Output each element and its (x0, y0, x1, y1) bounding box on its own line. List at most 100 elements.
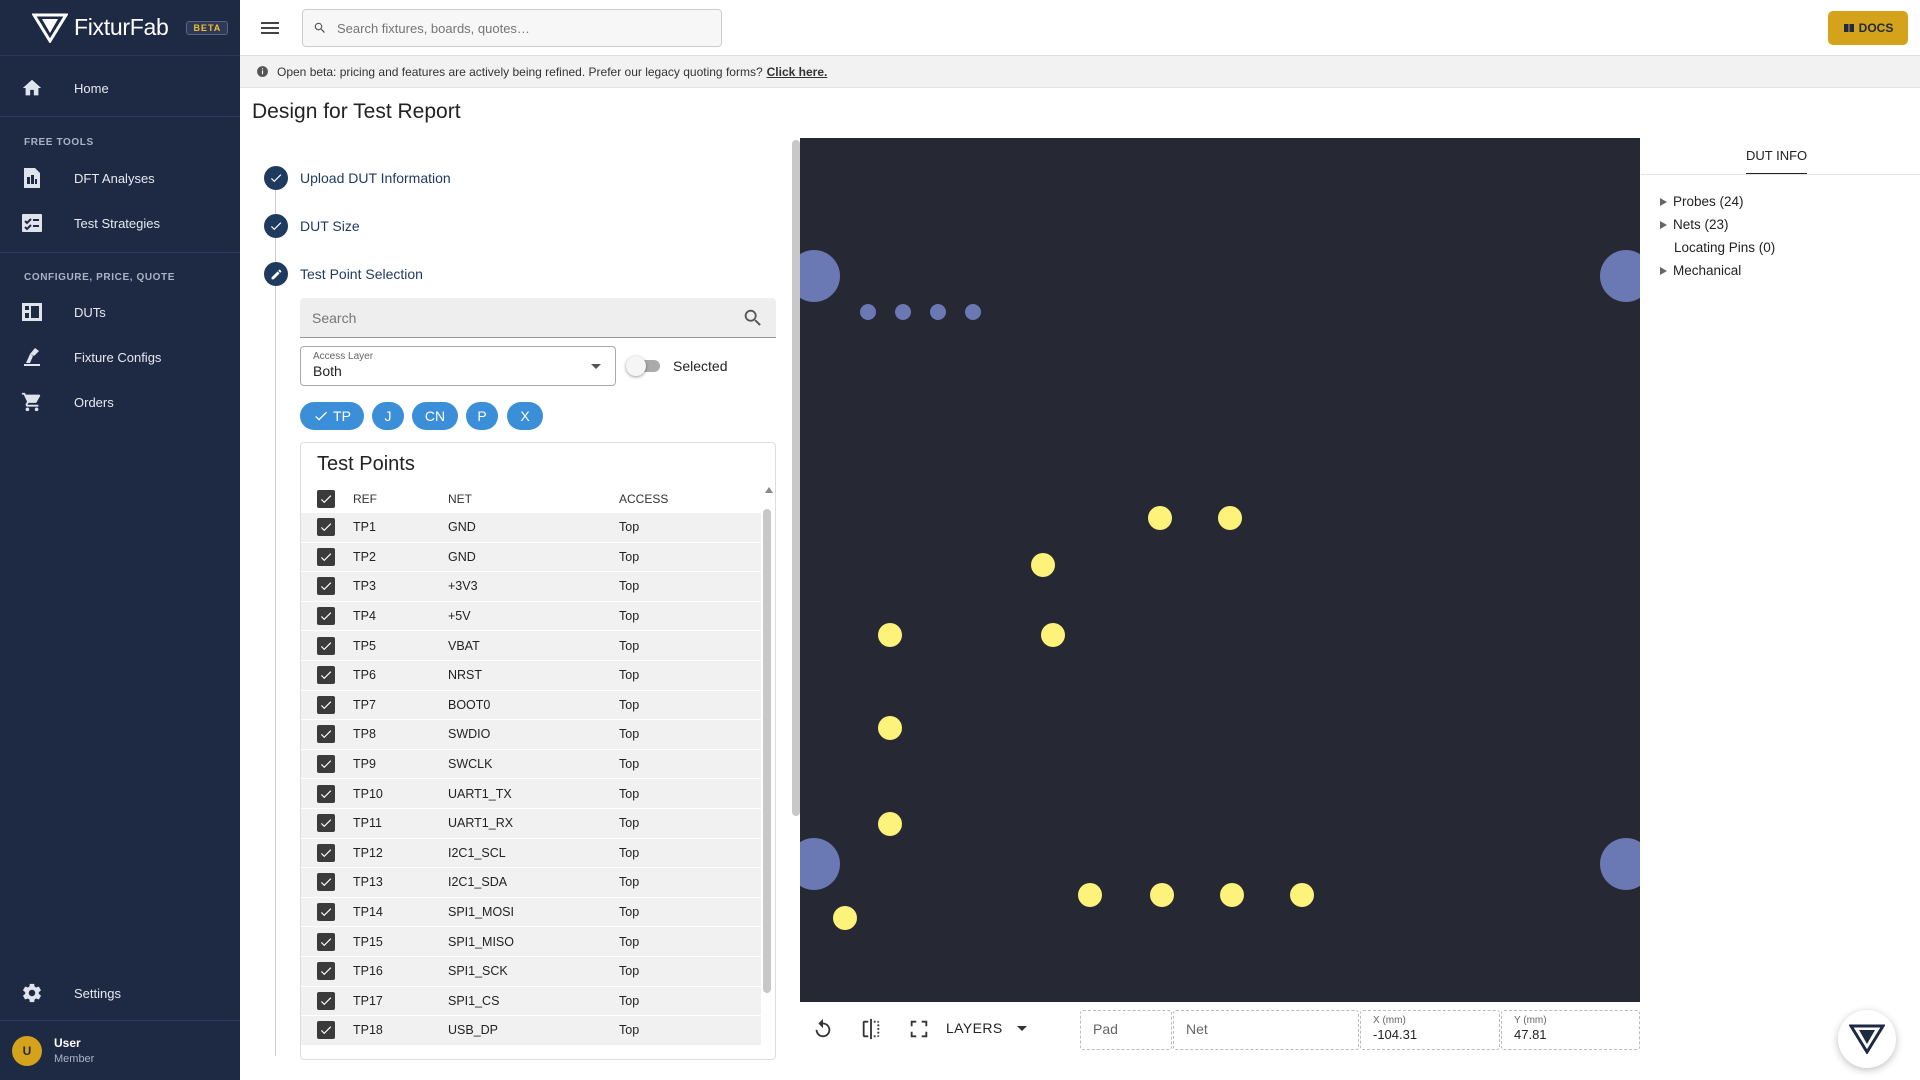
mechanical-hole[interactable] (895, 304, 911, 320)
table-row[interactable]: TP6 NRST Top (301, 660, 761, 691)
tree-item-locating-pins[interactable]: Locating Pins (0) (1674, 240, 1775, 255)
fixturfab-assistant-button[interactable] (1838, 1010, 1896, 1068)
table-row[interactable]: TP5 VBAT Top (301, 631, 761, 661)
menu-icon[interactable] (258, 16, 282, 40)
pad-field[interactable]: Pad (1080, 1010, 1172, 1050)
test-point-pad[interactable] (1290, 883, 1314, 907)
row-checkbox[interactable] (317, 873, 335, 892)
sidebar-item-dft-analyses[interactable]: DFT Analyses (0, 158, 240, 198)
row-checkbox[interactable] (317, 577, 335, 596)
sidebar-item-duts[interactable]: DUTs (0, 292, 240, 332)
chip-j[interactable]: J (372, 402, 404, 430)
row-checkbox[interactable] (317, 607, 335, 626)
table-row[interactable]: TP1 GND Top (301, 513, 761, 543)
selected-toggle[interactable] (626, 356, 662, 376)
table-row[interactable]: TP12 I2C1_SCL Top (301, 838, 761, 869)
board-viewer-canvas[interactable] (800, 138, 1640, 1002)
table-row[interactable]: TP11 UART1_RX Top (301, 808, 761, 839)
table-row[interactable]: TP9 SWCLK Top (301, 749, 761, 780)
chip-tp[interactable]: TP (300, 402, 364, 430)
docs-button[interactable]: DOCS (1828, 11, 1908, 45)
mounting-hole[interactable] (1600, 250, 1640, 302)
row-checkbox[interactable] (317, 666, 335, 685)
tree-item-nets[interactable]: Nets (23) (1660, 217, 1729, 232)
column-header-ref[interactable]: REF (353, 492, 448, 506)
table-row[interactable]: TP14 SPI1_MOSI Top (301, 897, 761, 928)
chip-x[interactable]: X (507, 402, 543, 430)
sidebar-item-settings[interactable]: Settings (0, 973, 240, 1013)
row-checkbox[interactable] (317, 962, 335, 981)
test-point-pad[interactable] (1041, 623, 1065, 647)
x-coordinate-field[interactable]: X (mm) -104.31 (1360, 1010, 1500, 1050)
access-layer-select[interactable]: Access Layer Both (300, 346, 616, 386)
global-search-input[interactable] (337, 20, 697, 36)
step-upload-dut-information[interactable]: Upload DUT Information (264, 166, 451, 190)
tree-item-probes[interactable]: Probes (24) (1660, 194, 1744, 209)
column-header-net[interactable]: NET (448, 492, 619, 506)
sidebar-item-home[interactable]: Home (0, 68, 240, 108)
row-checkbox[interactable] (317, 547, 335, 566)
table-row[interactable]: TP17 SPI1_CS Top (301, 986, 761, 1017)
step-dut-size[interactable]: DUT Size (264, 214, 360, 238)
row-checkbox[interactable] (317, 903, 335, 922)
tab-dut-info[interactable]: DUT INFO (1746, 148, 1808, 175)
test-point-pad[interactable] (1220, 883, 1244, 907)
test-point-search-input[interactable] (312, 309, 732, 326)
table-row[interactable]: TP13 I2C1_SDA Top (301, 868, 761, 898)
row-checkbox[interactable] (317, 1021, 335, 1040)
layers-button[interactable]: LAYERS (946, 1020, 1027, 1036)
scroll-up-arrow-icon[interactable] (765, 487, 773, 493)
test-point-pad[interactable] (1031, 553, 1055, 577)
mounting-hole[interactable] (800, 250, 840, 302)
chip-p[interactable]: P (466, 402, 498, 430)
mounting-hole[interactable] (1600, 838, 1640, 890)
table-row[interactable]: TP4 +5V Top (301, 601, 761, 632)
table-scrollbar[interactable] (763, 509, 771, 993)
table-row[interactable]: TP16 SPI1_SCK Top (301, 956, 761, 987)
mechanical-hole[interactable] (965, 304, 981, 320)
chip-cn[interactable]: CN (412, 402, 458, 430)
row-checkbox[interactable] (317, 725, 335, 744)
table-row[interactable]: TP15 SPI1_MISO Top (301, 927, 761, 957)
row-checkbox[interactable] (317, 991, 335, 1010)
table-row[interactable]: TP8 SWDIO Top (301, 720, 761, 750)
sidebar-item-fixture-configs[interactable]: Fixture Configs (0, 337, 240, 377)
column-header-access[interactable]: ACCESS (619, 492, 739, 506)
test-point-pad[interactable] (1218, 506, 1242, 530)
tree-item-mechanical[interactable]: Mechanical (1660, 263, 1741, 278)
fullscreen-icon[interactable] (906, 1016, 932, 1042)
test-point-pad[interactable] (1150, 883, 1174, 907)
test-point-pad[interactable] (833, 906, 857, 930)
select-all-checkbox[interactable] (317, 490, 335, 508)
test-point-pad[interactable] (878, 812, 902, 836)
test-point-search[interactable] (300, 298, 776, 338)
test-point-pad[interactable] (878, 716, 902, 740)
row-checkbox[interactable] (317, 932, 335, 951)
table-row[interactable]: TP2 GND Top (301, 542, 761, 573)
row-checkbox[interactable] (317, 814, 335, 833)
row-checkbox[interactable] (317, 636, 335, 655)
mounting-hole[interactable] (800, 838, 840, 890)
logo[interactable]: FixturFab BETA (0, 0, 240, 56)
table-row[interactable]: TP18 USB_DP Top (301, 1016, 761, 1046)
test-point-pad[interactable] (878, 623, 902, 647)
user-profile[interactable]: U User Member (0, 1020, 240, 1080)
net-field[interactable]: Net (1173, 1010, 1359, 1050)
sidebar-item-test-strategies[interactable]: Test Strategies (0, 203, 240, 243)
row-checkbox[interactable] (317, 843, 335, 862)
row-checkbox[interactable] (317, 518, 335, 537)
row-checkbox[interactable] (317, 755, 335, 774)
test-point-pad[interactable] (1148, 506, 1172, 530)
step-test-point-selection[interactable]: Test Point Selection (264, 262, 423, 286)
mechanical-hole[interactable] (930, 304, 946, 320)
table-row[interactable]: TP10 UART1_TX Top (301, 779, 761, 809)
mechanical-hole[interactable] (860, 304, 876, 320)
sidebar-item-orders[interactable]: Orders (0, 382, 240, 422)
table-row[interactable]: TP3 +3V3 Top (301, 572, 761, 602)
test-point-pad[interactable] (1078, 883, 1102, 907)
table-row[interactable]: TP7 BOOT0 Top (301, 690, 761, 721)
search-icon[interactable] (742, 307, 764, 329)
rotate-icon[interactable] (810, 1016, 836, 1042)
flip-icon[interactable] (858, 1016, 884, 1042)
panel-scrollbar[interactable] (792, 140, 800, 816)
